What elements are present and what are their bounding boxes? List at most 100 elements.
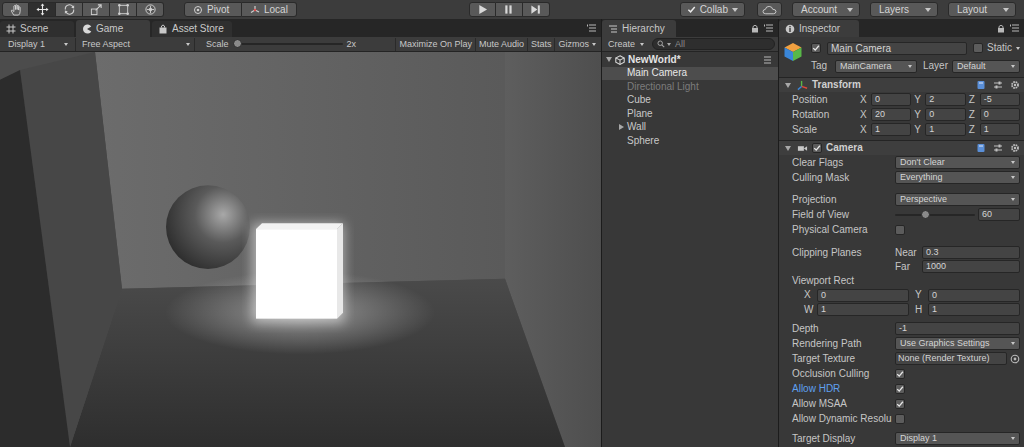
rotate-tool-button[interactable]	[56, 2, 83, 17]
transform-tool-button[interactable]	[137, 2, 164, 17]
foldout-icon[interactable]	[619, 124, 624, 130]
scale-tool-button[interactable]	[83, 2, 110, 17]
panel-menu-icon[interactable]	[587, 24, 597, 32]
axis-label[interactable]: Y	[914, 109, 923, 121]
clip-sub-label[interactable]: Near	[895, 247, 919, 259]
view-toggle[interactable]: Maximize On Play	[395, 38, 475, 51]
hierarchy-item[interactable]: Wall	[602, 121, 778, 135]
slider-thumb[interactable]	[233, 39, 242, 48]
game-view[interactable]	[0, 52, 601, 447]
preset-sliders-icon[interactable]	[993, 143, 1003, 153]
axis-label[interactable]: Z	[969, 124, 978, 136]
pivot-button[interactable]: Pivot	[184, 2, 242, 17]
help-book-icon[interactable]	[976, 80, 986, 90]
aspect-dropdown[interactable]: Free Aspect	[75, 38, 195, 51]
rect-axis-label[interactable]: Y	[915, 289, 925, 301]
axis-label[interactable]: Y	[914, 94, 923, 106]
hierarchy-item[interactable]: Directional Light	[602, 80, 778, 94]
search-field[interactable]: All	[652, 38, 775, 50]
layer-dropdown[interactable]: Default	[952, 60, 1020, 73]
rect-axis-label[interactable]: H	[915, 304, 925, 316]
pause-button[interactable]	[496, 2, 523, 17]
view-toggle[interactable]: Stats	[527, 38, 555, 51]
property-dropdown[interactable]: Perspective	[895, 193, 1020, 206]
property-checkbox[interactable]	[895, 225, 905, 235]
panel-tab[interactable]: Scene	[0, 21, 74, 37]
hierarchy-item[interactable]: Plane	[602, 107, 778, 121]
property-dropdown[interactable]: Don't Clear	[895, 156, 1020, 169]
panel-menu-icon[interactable]	[764, 24, 774, 32]
active-checkbox[interactable]	[811, 43, 821, 53]
layout-dropdown[interactable]: Layout	[948, 2, 1016, 17]
axis-value-field[interactable]: 1	[980, 123, 1020, 136]
help-book-icon[interactable]	[976, 143, 986, 153]
axis-value-field[interactable]: 1	[871, 123, 911, 136]
scene-menu-icon[interactable]	[762, 56, 772, 64]
layers-dropdown[interactable]: Layers	[870, 2, 938, 17]
step-button[interactable]	[523, 2, 550, 17]
lock-icon[interactable]	[997, 24, 1005, 33]
property-checkbox[interactable]	[895, 414, 905, 424]
preset-sliders-icon[interactable]	[993, 80, 1003, 90]
axis-label[interactable]: Z	[969, 109, 978, 121]
panel-menu-icon[interactable]	[1010, 24, 1020, 32]
static-dropdown-arrow-icon[interactable]	[1016, 47, 1020, 50]
rect-value-field[interactable]: 1	[928, 303, 1020, 316]
axis-value-field[interactable]: 1	[925, 123, 965, 136]
property-dropdown[interactable]: Use Graphics Settings	[895, 337, 1020, 350]
create-dropdown[interactable]: Create	[604, 38, 646, 51]
axis-value-field[interactable]: 0	[871, 93, 911, 106]
collab-button[interactable]: Collab	[680, 2, 745, 17]
property-checkbox[interactable]	[895, 369, 905, 379]
axis-label[interactable]: X	[860, 109, 869, 121]
axis-value-field[interactable]: 2	[925, 93, 965, 106]
property-dropdown[interactable]: Everything	[895, 171, 1020, 184]
gizmos-dropdown[interactable]: Gizmos	[554, 38, 598, 51]
camera-header[interactable]: Camera	[779, 140, 1024, 155]
axis-value-field[interactable]: 0	[925, 108, 965, 121]
foldout-icon[interactable]	[785, 146, 791, 151]
clip-value-field[interactable]: 0.3	[922, 246, 1020, 259]
display-dropdown[interactable]: Display 1	[2, 38, 72, 51]
account-dropdown[interactable]: Account	[792, 2, 860, 17]
panel-tab[interactable]: Game	[76, 20, 150, 37]
foldout-icon[interactable]	[606, 57, 612, 62]
rect-value-field[interactable]: 0	[928, 289, 1020, 302]
object-field[interactable]: None (Render Texture)	[895, 352, 1007, 365]
static-checkbox[interactable]	[973, 43, 983, 53]
hand-tool-button[interactable]	[2, 2, 29, 17]
scale-slider[interactable]	[233, 38, 343, 50]
axis-value-field[interactable]: -5	[980, 93, 1020, 106]
axis-label[interactable]: X	[860, 124, 869, 136]
lock-icon[interactable]	[751, 24, 759, 33]
inspector-tab[interactable]: Inspector	[779, 20, 859, 37]
cloud-button[interactable]	[757, 2, 782, 17]
axis-label[interactable]: Y	[914, 124, 923, 136]
gear-icon[interactable]	[1010, 143, 1020, 153]
object-picker-icon[interactable]	[1010, 354, 1020, 364]
view-toggle[interactable]: Mute Audio	[475, 38, 527, 51]
rect-tool-button[interactable]	[110, 2, 137, 17]
rect-value-field[interactable]: 0	[817, 289, 909, 302]
hierarchy-tab[interactable]: Hierarchy	[602, 20, 676, 37]
axis-value-field[interactable]: 20	[871, 108, 911, 121]
hierarchy-item[interactable]: Cube	[602, 94, 778, 108]
play-button[interactable]	[469, 2, 496, 17]
component-enabled-checkbox[interactable]	[812, 143, 822, 153]
axis-label[interactable]: Z	[969, 94, 978, 106]
property-dropdown[interactable]: Display 1	[895, 432, 1020, 445]
axis-value-field[interactable]: 0	[980, 108, 1020, 121]
transform-header[interactable]: Transform	[779, 77, 1024, 92]
object-name-field[interactable]: Main Camera	[827, 42, 967, 55]
rect-axis-label[interactable]: W	[804, 304, 814, 316]
slider-value-field[interactable]: 60	[978, 208, 1020, 221]
scene-row[interactable]: NewWorld*	[602, 53, 778, 67]
gear-icon[interactable]	[1010, 80, 1020, 90]
rect-axis-label[interactable]: X	[804, 289, 814, 301]
local-button[interactable]: Local	[242, 2, 297, 17]
hierarchy-item[interactable]: Main Camera	[602, 67, 778, 81]
axis-label[interactable]: X	[860, 94, 869, 106]
tag-dropdown[interactable]: MainCamera	[835, 60, 917, 73]
hierarchy-item[interactable]: Sphere	[602, 134, 778, 148]
foldout-icon[interactable]	[785, 83, 791, 88]
